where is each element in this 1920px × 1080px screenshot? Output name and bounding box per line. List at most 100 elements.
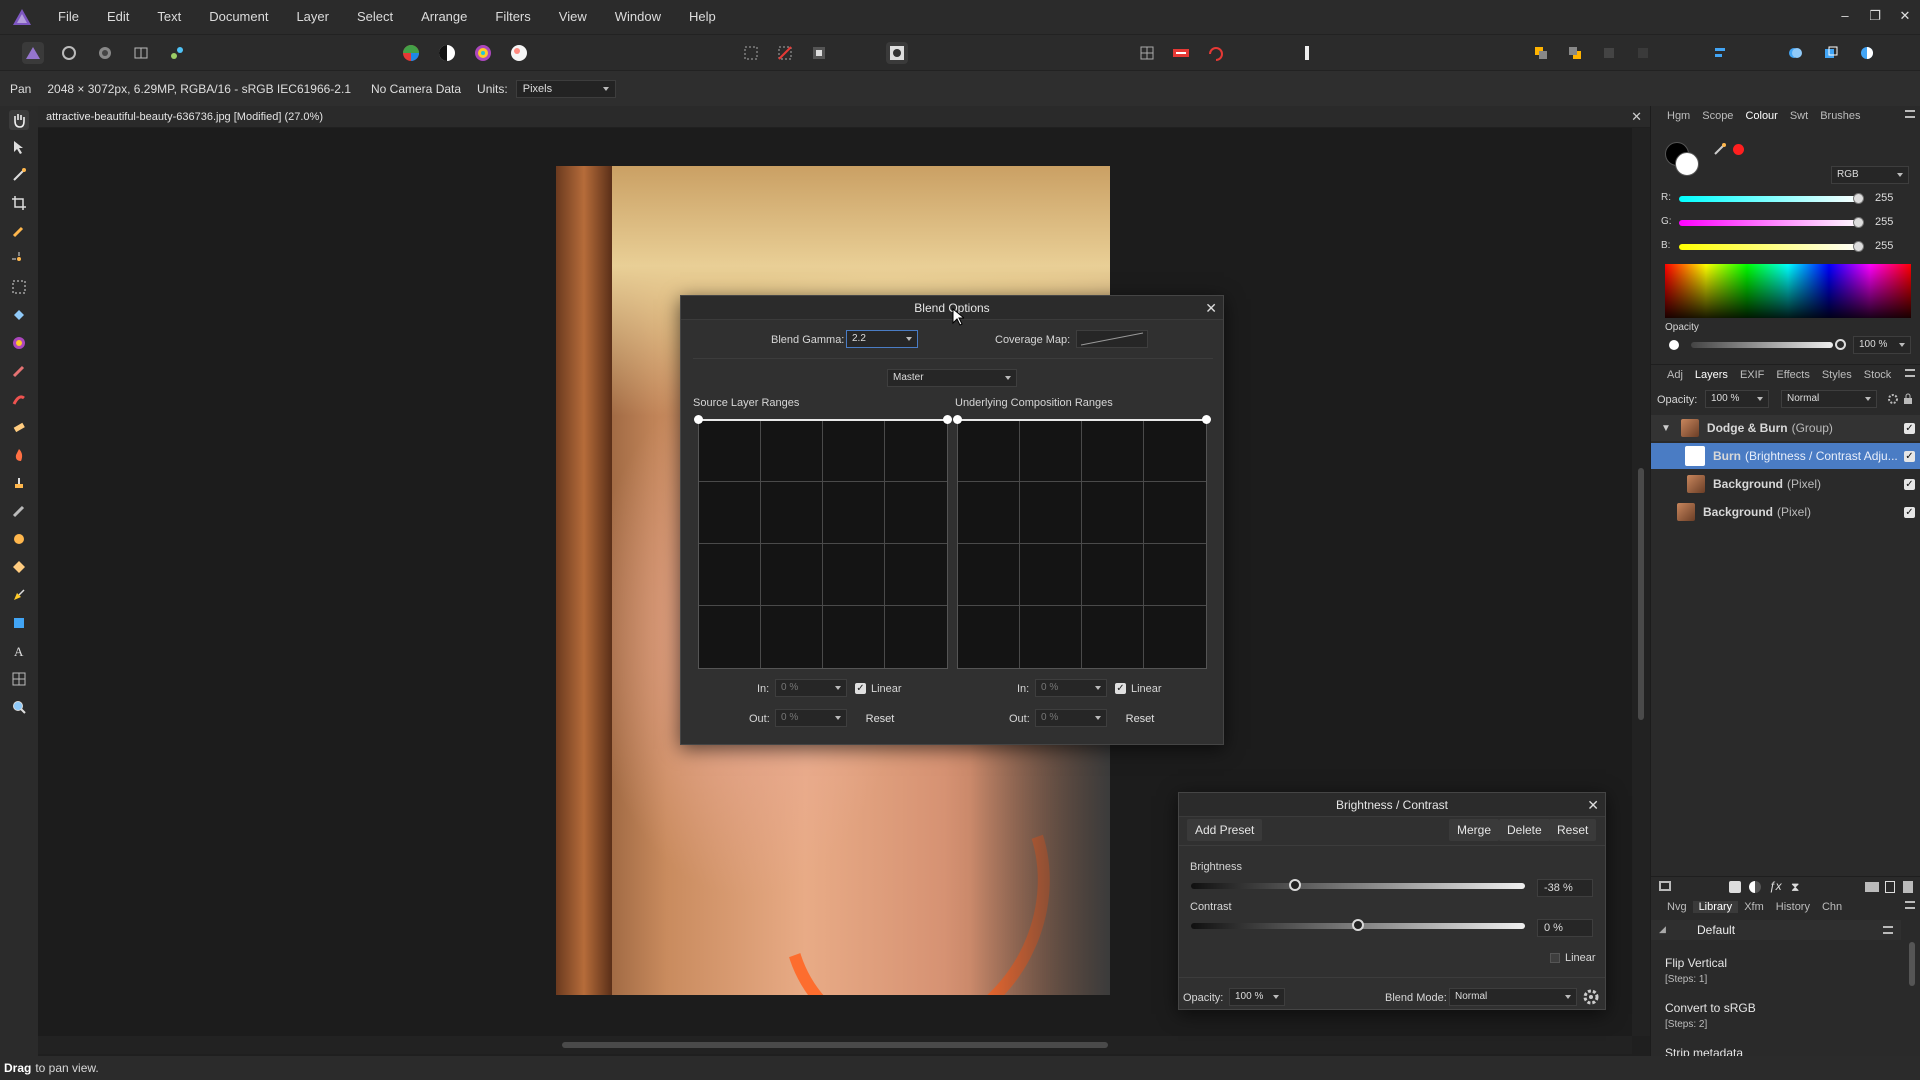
g-value[interactable]: 255 [1875, 216, 1893, 228]
macro-name[interactable]: Strip metadata [1665, 1046, 1743, 1056]
document-tab[interactable]: attractive-beautiful-beauty-636736.jpg [… [38, 106, 1650, 128]
layer-row[interactable]: Background (Pixel) ✓ [1651, 471, 1920, 497]
source-reset-button[interactable]: Reset [857, 709, 903, 729]
menu-file[interactable]: File [44, 0, 93, 34]
erase-brush-tool-icon[interactable] [9, 417, 29, 437]
contrast-value-field[interactable]: 0 % [1537, 919, 1593, 937]
tab-exif[interactable]: EXIF [1734, 369, 1770, 381]
r-slider-thumb[interactable] [1853, 193, 1864, 204]
menu-document[interactable]: Document [195, 0, 282, 34]
affinity-logo-icon[interactable] [0, 0, 44, 34]
add-preset-button[interactable]: Add Preset [1187, 819, 1263, 841]
brightness-value-field[interactable]: -38 % [1537, 879, 1593, 897]
macro-name[interactable]: Convert to sRGB [1665, 1001, 1756, 1015]
reset-button[interactable]: Reset [1549, 819, 1597, 841]
tab-transform[interactable]: Xfm [1738, 901, 1770, 913]
color-picker-tool-icon[interactable] [9, 165, 29, 185]
merge-button[interactable]: Merge [1449, 819, 1500, 841]
smudge-brush-tool-icon[interactable] [9, 529, 29, 549]
noise-colour-swatch[interactable] [1733, 144, 1744, 155]
rectangle-tool-icon[interactable] [9, 613, 29, 633]
colour-opacity-slider[interactable] [1691, 342, 1833, 348]
menu-select[interactable]: Select [343, 0, 407, 34]
b-slider[interactable] [1679, 241, 1864, 252]
tab-channels[interactable]: Chn [1816, 901, 1848, 913]
blend-mode-dropdown[interactable]: Normal [1449, 988, 1577, 1006]
tab-brushes[interactable]: Brushes [1814, 110, 1866, 122]
library-category-header[interactable]: ◢ Default [1651, 920, 1901, 940]
liquify-persona-icon[interactable] [58, 42, 80, 64]
channel-dropdown[interactable]: Master [887, 369, 1017, 387]
tab-layers[interactable]: Layers [1689, 369, 1734, 381]
close-document-button[interactable]: ✕ [1631, 109, 1642, 125]
text-tool-icon[interactable]: A [9, 641, 29, 661]
mixer-brush-tool-icon[interactable] [9, 389, 29, 409]
develop-persona-icon[interactable] [94, 42, 116, 64]
undo-history-icon[interactable] [1204, 42, 1226, 64]
selection-brush-tool-icon[interactable] [9, 221, 29, 241]
tab-colour[interactable]: Colour [1739, 110, 1783, 122]
source-range-end-node[interactable] [943, 415, 952, 424]
export-persona-icon[interactable] [166, 42, 188, 64]
colour-spectrum[interactable] [1665, 264, 1911, 318]
horizontal-scroll-thumb[interactable] [562, 1042, 1108, 1048]
snapping-icon[interactable] [1136, 42, 1158, 64]
subtract-boolean-icon[interactable] [1820, 42, 1842, 64]
healing-brush-tool-icon[interactable] [9, 501, 29, 521]
layer-visibility-checkbox[interactable]: ✓ [1904, 422, 1915, 434]
tab-styles[interactable]: Styles [1816, 369, 1858, 381]
panel-menu-icon[interactable] [1905, 369, 1915, 377]
vertical-scroll-thumb[interactable] [1638, 468, 1644, 720]
restore-button[interactable]: ❐ [1860, 0, 1890, 34]
b-value[interactable]: 255 [1875, 240, 1893, 252]
layer-visibility-checkbox[interactable]: ✓ [1904, 478, 1915, 490]
source-range-graph[interactable] [694, 415, 952, 669]
layers-stack-icon[interactable] [1659, 881, 1671, 891]
auto-contrast-icon[interactable] [436, 42, 458, 64]
marquee-select-icon[interactable] [740, 42, 762, 64]
arrange-bottom-icon[interactable] [1632, 42, 1654, 64]
quick-mask-icon[interactable] [886, 42, 908, 64]
minimize-button[interactable]: – [1830, 0, 1860, 34]
photo-persona-icon[interactable] [22, 42, 44, 64]
pen-tool-icon[interactable] [9, 585, 29, 605]
source-out-field[interactable]: 0 % [775, 709, 847, 727]
b-slider-thumb[interactable] [1853, 241, 1864, 252]
brightness-contrast-title[interactable]: Brightness / Contrast [1179, 793, 1605, 817]
arrange-back-icon[interactable] [1564, 42, 1586, 64]
tab-effects[interactable]: Effects [1770, 369, 1815, 381]
collapse-triangle-icon[interactable]: ◢ [1659, 924, 1666, 935]
auto-colours-icon[interactable] [472, 42, 494, 64]
vertical-scrollbar[interactable] [1632, 128, 1650, 1036]
zoom-tool-icon[interactable] [9, 697, 29, 717]
expand-triangle-icon[interactable]: ▼ [1661, 423, 1671, 434]
tab-navigator[interactable]: Nvg [1661, 901, 1693, 913]
source-in-field[interactable]: 0 % [775, 679, 847, 697]
brightness-slider-thumb[interactable] [1288, 879, 1301, 891]
g-slider-thumb[interactable] [1853, 217, 1864, 228]
coverage-map-preview[interactable] [1076, 330, 1148, 348]
underlying-range-start-node[interactable] [953, 415, 962, 424]
brightness-slider[interactable] [1191, 879, 1525, 891]
layer-visibility-checkbox[interactable]: ✓ [1904, 506, 1915, 518]
marquee-tool-icon[interactable] [9, 277, 29, 297]
brightness-contrast-close-button[interactable]: ✕ [1587, 795, 1599, 815]
underlying-range-end-node[interactable] [1202, 415, 1211, 424]
add-group-icon[interactable] [1865, 882, 1879, 892]
arrange-front-icon[interactable] [1598, 42, 1620, 64]
adjustment-layer-icon[interactable] [1749, 881, 1761, 893]
eyedropper-icon[interactable] [1713, 142, 1727, 159]
menu-arrange[interactable]: Arrange [407, 0, 481, 34]
tab-histogram[interactable]: Hgm [1661, 110, 1696, 122]
opacity-field[interactable]: 100 % [1229, 988, 1285, 1006]
tab-scope[interactable]: Scope [1696, 110, 1739, 122]
delete-layer-icon[interactable] [1903, 881, 1913, 893]
menu-layer[interactable]: Layer [282, 0, 343, 34]
assistant-icon[interactable] [1170, 42, 1192, 64]
flood-select-tool-icon[interactable] [9, 249, 29, 269]
menu-edit[interactable]: Edit [93, 0, 143, 34]
align-icon[interactable] [1710, 42, 1732, 64]
pan-tool-icon[interactable] [9, 110, 29, 130]
layer-opacity-field[interactable]: 100 % [1705, 390, 1769, 408]
contrast-slider-thumb[interactable] [1352, 919, 1364, 931]
